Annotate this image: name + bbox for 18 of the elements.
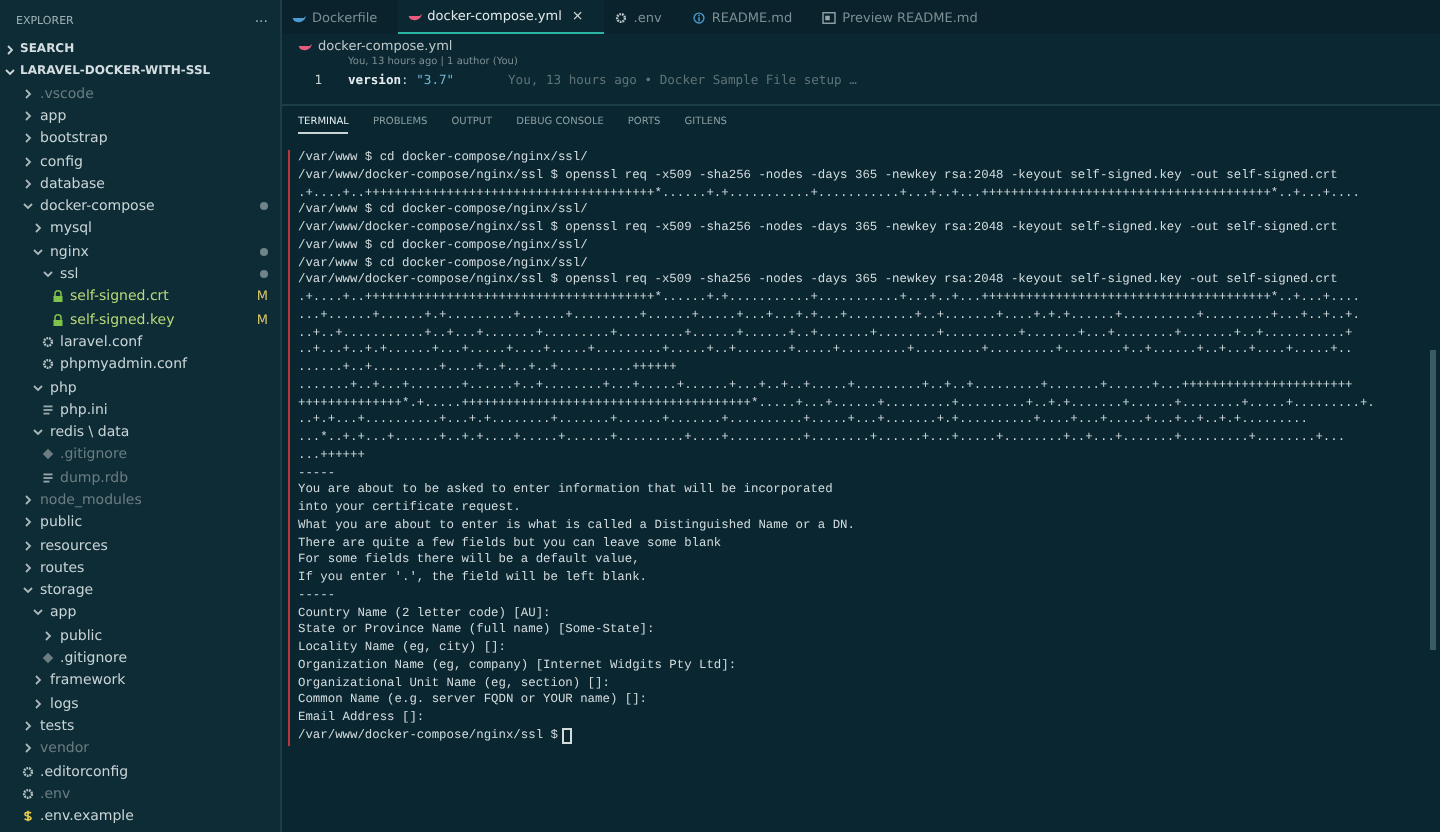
dollar-icon (22, 810, 34, 823)
lock-icon (52, 290, 64, 303)
lock-icon (52, 313, 64, 326)
document-icon (42, 471, 54, 484)
chevron-down-icon (32, 381, 44, 393)
chevron-right-icon (42, 629, 54, 642)
preview-icon (822, 11, 837, 23)
document-icon (42, 403, 54, 416)
diamond-icon (42, 448, 54, 461)
gear-icon (613, 11, 628, 23)
chevron-right-icon (32, 222, 44, 235)
chevron-down-icon (4, 65, 16, 77)
info-icon (691, 11, 706, 23)
scrollbar[interactable] (1430, 350, 1436, 650)
diamond-icon (42, 652, 54, 665)
chevron-right-icon (4, 43, 16, 55)
chevron-down-icon (22, 200, 34, 213)
chevron-down-icon (32, 426, 44, 439)
